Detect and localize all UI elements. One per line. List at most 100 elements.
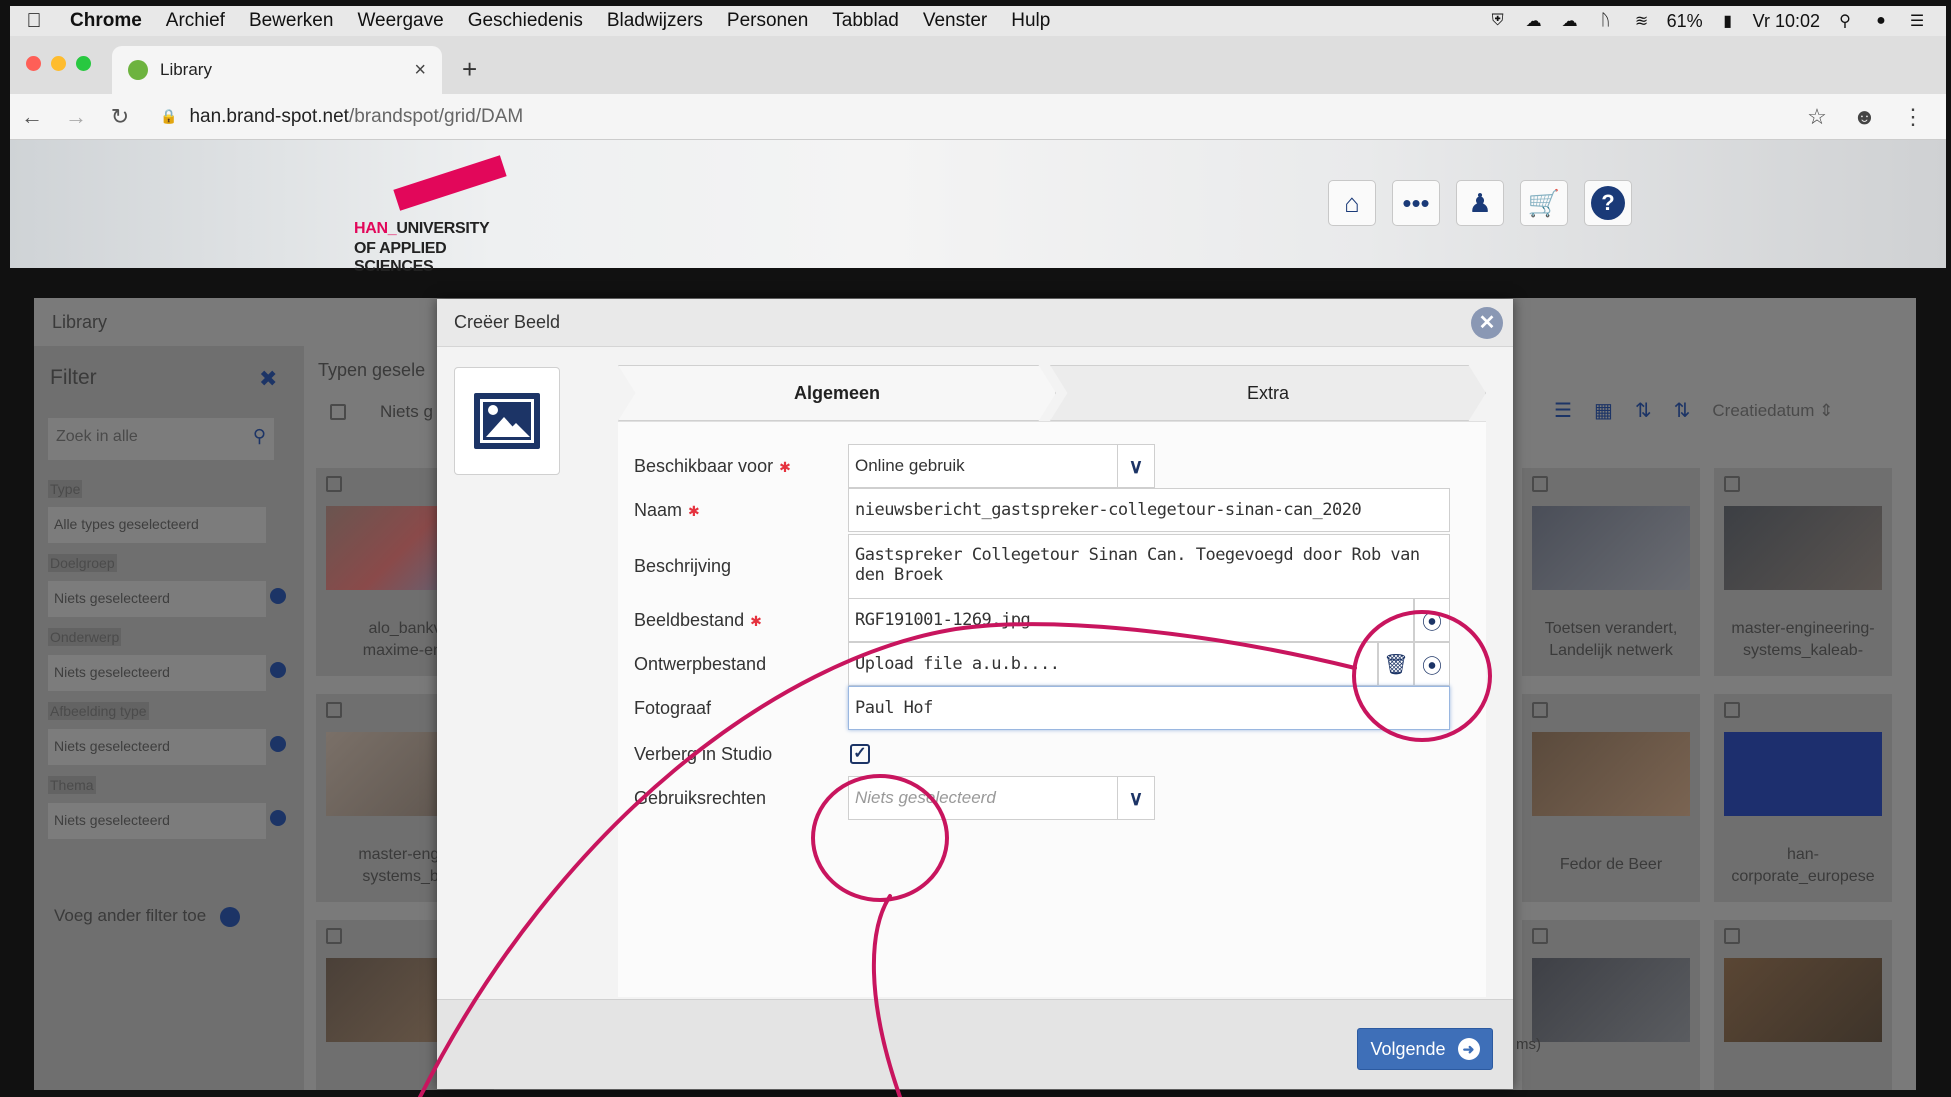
upload-icon[interactable]: ⦿ [1414, 598, 1450, 642]
clear-filter-icon[interactable]: ✖ [259, 366, 277, 392]
menu-geschiedenis[interactable]: Geschiedenis [456, 10, 595, 32]
upload-icon[interactable]: ⦿ [1414, 642, 1450, 686]
card-caption: master-engineering- systems_kaleab- [1731, 620, 1875, 659]
menu-venster[interactable]: Venster [911, 10, 999, 32]
beschikbaar-select[interactable]: Online gebruik [848, 444, 1118, 488]
asset-card[interactable] [1522, 920, 1700, 1090]
filter-type[interactable]: Type Alle types geselecteerd [48, 480, 288, 543]
card-caption: Toetsen verandert, Landelijk netwerk [1544, 620, 1678, 659]
wifi-icon[interactable]: ≋ [1631, 12, 1653, 30]
chevron-down-icon[interactable]: ∨ [1117, 444, 1155, 488]
list-view-icon[interactable]: ☰ [1554, 398, 1572, 423]
menu-personen[interactable]: Personen [715, 10, 820, 32]
chevron-down-icon[interactable]: ∨ [1117, 776, 1155, 820]
asset-card[interactable]: Fedor de Beer [1522, 694, 1700, 902]
card-checkbox[interactable] [1532, 476, 1548, 492]
close-window-button[interactable] [26, 56, 41, 71]
sort-select[interactable]: Creatiedatum ⇕ [1712, 401, 1833, 421]
lock-icon[interactable]: 🔒 [160, 108, 177, 125]
back-icon[interactable]: ← [10, 104, 54, 130]
notification-center-icon[interactable]: ☰ [1906, 12, 1928, 30]
cloud-icon[interactable]: ☁ [1559, 12, 1581, 30]
fotograaf-input[interactable]: Paul Hof [848, 686, 1450, 730]
more-icon[interactable]: ••• [1392, 180, 1440, 226]
modal-close-button[interactable]: ✕ [1471, 307, 1503, 339]
filter-onderwerp[interactable]: Onderwerp Niets geselecteerd [48, 628, 288, 691]
menu-bladwijzers[interactable]: Bladwijzers [595, 10, 715, 32]
asset-card[interactable] [1714, 920, 1892, 1090]
creative-cloud-icon[interactable]: ☁ [1523, 12, 1545, 30]
filter-thema[interactable]: Thema Niets geselecteerd [48, 776, 288, 839]
ontwerpbestand-input[interactable]: Upload file a.u.b.... [848, 642, 1378, 686]
battery-icon[interactable]: ▮ [1717, 12, 1739, 30]
card-checkbox[interactable] [326, 476, 342, 492]
url-field[interactable]: 🔒 han.brand-spot.net/brandspot/grid/DAM [160, 106, 523, 128]
grid-view-icon[interactable]: ▦ [1594, 398, 1613, 423]
card-thumbnail [1532, 506, 1690, 590]
filter-sidebar: Filter ✖ Zoek in alle ⚲ Type Alle types … [34, 346, 304, 1090]
remove-filter-icon[interactable] [270, 588, 286, 604]
new-tab-icon[interactable]: + [462, 54, 477, 85]
cart-icon[interactable]: 🛒 [1520, 180, 1568, 226]
chrome-menu-icon[interactable]: ⋮ [1902, 104, 1924, 130]
forward-icon[interactable]: → [54, 104, 98, 130]
card-checkbox[interactable] [1724, 702, 1740, 718]
tab-algemeen[interactable]: Algemeen [618, 365, 1056, 421]
search-icon[interactable]: ⚲ [253, 426, 266, 447]
arrow-right-icon: ➜ [1457, 1038, 1480, 1060]
menu-weergave[interactable]: Weergave [345, 10, 455, 32]
card-checkbox[interactable] [1532, 928, 1548, 944]
naam-input[interactable]: nieuwsbericht_gastspreker-collegetour-si… [848, 488, 1450, 532]
asset-card[interactable]: han- corporate_europese [1714, 694, 1892, 902]
bookmark-star-icon[interactable]: ☆ [1807, 104, 1827, 130]
tab-extra[interactable]: Extra [1050, 365, 1486, 421]
menu-archief[interactable]: Archief [154, 10, 237, 32]
sort-desc-icon[interactable]: ⇅ [1674, 398, 1691, 423]
favicon-icon [128, 60, 148, 80]
filter-search-input[interactable]: Zoek in alle ⚲ [48, 418, 274, 460]
profile-icon[interactable]: ☻ [1853, 104, 1876, 130]
close-tab-icon[interactable]: × [414, 59, 426, 82]
han-logo[interactable]: HAN_UNIVERSITY OF APPLIED SCIENCES [344, 150, 524, 275]
status-area: ⛨ ☁ ☁ ᚢ ≋ 61% ▮ Vr 10:02 ⚲ ● ☰ [1487, 11, 1946, 32]
next-button[interactable]: Volgende ➜ [1357, 1028, 1493, 1070]
card-checkbox[interactable] [1532, 702, 1548, 718]
shield-icon[interactable]: ⛨ [1487, 12, 1509, 30]
user-icon[interactable]: ♟ [1456, 180, 1504, 226]
remove-filter-icon[interactable] [270, 810, 286, 826]
bluetooth-icon[interactable]: ᚢ [1595, 12, 1617, 30]
apple-icon[interactable]:  [10, 10, 58, 33]
add-filter-button[interactable]: Voeg ander filter toe [54, 906, 241, 927]
card-checkbox[interactable] [326, 928, 342, 944]
gebruiksrechten-select[interactable]: Niets geselecteerd [848, 776, 1118, 820]
beeldbestand-input[interactable]: RGF191001-1269.jpg [848, 598, 1414, 642]
menu-hulp[interactable]: Hulp [999, 10, 1062, 32]
siri-icon[interactable]: ● [1870, 12, 1892, 30]
menu-bewerken[interactable]: Bewerken [237, 10, 346, 32]
reload-icon[interactable]: ↻ [98, 104, 142, 130]
remove-filter-icon[interactable] [270, 662, 286, 678]
sort-asc-icon[interactable]: ⇅ [1635, 398, 1652, 423]
filter-doelgroep[interactable]: Doelgroep Niets geselecteerd [48, 554, 288, 617]
home-icon[interactable]: ⌂ [1328, 180, 1376, 226]
spotlight-search-icon[interactable]: ⚲ [1834, 12, 1856, 30]
trash-icon[interactable]: 🗑 [1378, 642, 1414, 686]
window-controls [26, 56, 91, 71]
card-checkbox[interactable] [1724, 928, 1740, 944]
verberg-checkbox[interactable]: ✓ [850, 744, 870, 764]
asset-card[interactable]: Toetsen verandert, Landelijk netwerk [1522, 468, 1700, 676]
zoom-window-button[interactable] [76, 56, 91, 71]
card-checkbox[interactable] [1724, 476, 1740, 492]
clock[interactable]: Vr 10:02 [1753, 11, 1820, 32]
minimize-window-button[interactable] [51, 56, 66, 71]
select-all-checkbox[interactable] [330, 404, 346, 420]
help-icon[interactable]: ? [1584, 180, 1632, 226]
browser-tab[interactable]: Library × [112, 46, 442, 94]
remove-filter-icon[interactable] [270, 736, 286, 752]
card-checkbox[interactable] [326, 702, 342, 718]
asset-card[interactable]: master-engineering- systems_kaleab- [1714, 468, 1892, 676]
menu-chrome[interactable]: Chrome [58, 10, 154, 32]
menu-tabblad[interactable]: Tabblad [820, 10, 911, 32]
filter-afbeelding-type[interactable]: Afbeelding type Niets geselecteerd [48, 702, 288, 765]
beschikbaar-label: Beschikbaar voor ✱ [634, 456, 791, 476]
